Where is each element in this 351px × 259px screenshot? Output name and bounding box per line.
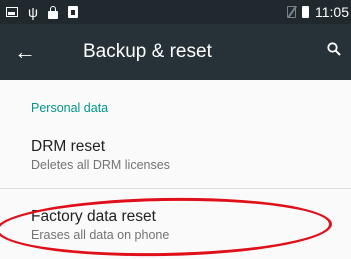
section-header-personal-data: Personal data <box>31 101 109 115</box>
app-bar: ← Backup & reset <box>0 24 351 80</box>
usb-icon: ψ <box>28 4 38 20</box>
image-icon <box>6 7 18 17</box>
list-item-drm-reset[interactable]: DRM reset Deletes all DRM licenses <box>0 130 351 188</box>
arrow-left-icon[interactable]: ← <box>14 24 36 80</box>
page-title: Backup & reset <box>83 41 212 62</box>
status-bar: ψ 11:05 <box>0 0 351 24</box>
status-right-icons: 11:05 <box>287 0 349 24</box>
lock-icon <box>47 5 58 19</box>
battery-icon <box>302 6 309 18</box>
search-icon[interactable] <box>327 42 341 56</box>
status-left-icons: ψ <box>6 0 78 24</box>
list-item-title: DRM reset <box>31 138 106 155</box>
bag-icon <box>67 6 78 18</box>
divider <box>0 188 351 189</box>
list-item-subtitle: Deletes all DRM licenses <box>31 158 170 172</box>
no-sim-icon <box>287 6 296 18</box>
status-time: 11:05 <box>315 4 349 20</box>
